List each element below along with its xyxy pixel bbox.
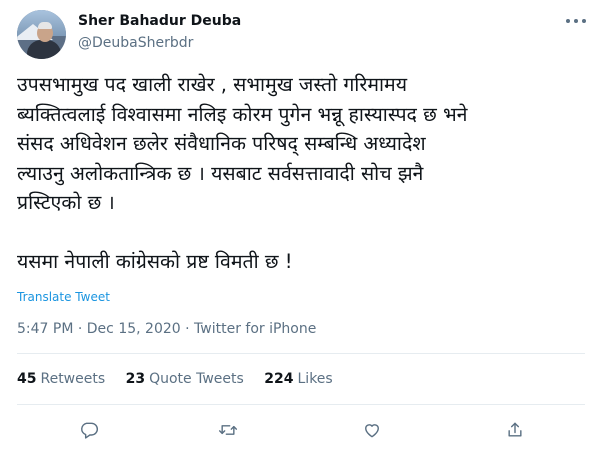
- retweets-count: 45: [17, 371, 37, 387]
- likes-label: Likes: [297, 371, 333, 387]
- translate-tweet-link[interactable]: Translate Tweet: [17, 290, 110, 304]
- quote-tweets-stat[interactable]: 23 Quote Tweets: [126, 371, 244, 387]
- user-display-name[interactable]: Sher Bahadur Deuba: [78, 13, 241, 29]
- more-dot: [566, 19, 570, 23]
- heart-icon: [365, 424, 379, 438]
- retweets-stat[interactable]: 45 Retweets: [17, 371, 105, 387]
- more-dot: [582, 19, 586, 23]
- quote-tweets-label: Quote Tweets: [149, 371, 244, 387]
- retweet-button[interactable]: [213, 415, 243, 445]
- meta-separator: ·: [77, 321, 83, 337]
- like-button[interactable]: [357, 415, 387, 445]
- quote-tweets-count: 23: [125, 371, 146, 387]
- divider: [17, 353, 585, 354]
- avatar-body: [27, 40, 61, 59]
- likes-stat[interactable]: 224 Likes: [264, 371, 332, 387]
- user-handle[interactable]: @DeubaSherbdr: [78, 35, 193, 51]
- retweet-icon: [218, 425, 238, 435]
- share-icon: [508, 422, 522, 437]
- divider: [17, 404, 585, 405]
- reply-icon: [81, 422, 99, 439]
- meta-separator: ·: [185, 321, 190, 337]
- tweet-source[interactable]: Twitter for iPhone: [194, 321, 316, 337]
- share-button[interactable]: [500, 415, 530, 445]
- likes-count: 224: [264, 371, 294, 387]
- tweet-card: Sher Bahadur Deuba @DeubaSherbdr उपसभामु…: [0, 0, 601, 450]
- more-dot: [574, 19, 578, 23]
- more-options-icon[interactable]: [566, 16, 586, 26]
- tweet-text: उपसभामुख पद खाली राखेर , सभामुख जस्तो गर…: [17, 73, 468, 273]
- engagement-stats: 45 Retweets 23 Quote Tweets 224 Likes: [17, 371, 349, 387]
- avatar[interactable]: [17, 10, 66, 59]
- action-bar: [0, 415, 601, 445]
- avatar-hair: [38, 22, 52, 29]
- tweet-meta: 5:47 PM · Dec 15, 2020 · Twitter for iPh…: [17, 321, 316, 337]
- tweet-time[interactable]: 5:47 PM: [17, 321, 73, 337]
- retweets-label: Retweets: [40, 371, 106, 387]
- tweet-date[interactable]: Dec 15, 2020: [87, 321, 181, 337]
- reply-button[interactable]: [74, 415, 104, 445]
